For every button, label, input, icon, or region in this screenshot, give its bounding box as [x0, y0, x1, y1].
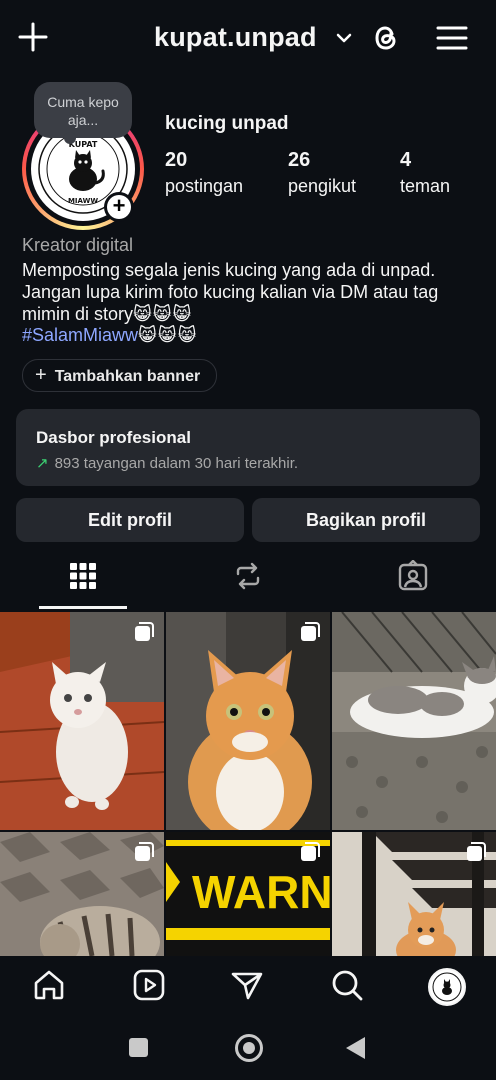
plus-icon: + — [35, 364, 47, 386]
post-tile[interactable]: WARNIN — [166, 832, 330, 956]
note-bubble[interactable]: Cuma kepo aja... — [34, 82, 132, 144]
bottom-navigation — [0, 956, 496, 1018]
threads-icon[interactable] — [368, 20, 404, 56]
post-tile[interactable] — [0, 832, 164, 956]
profile-category: Kreator digital — [22, 235, 134, 255]
share-profile-button[interactable]: Bagikan profil — [252, 498, 480, 542]
stat-friends[interactable]: 4 teman — [400, 149, 450, 197]
multiple-posts-icon — [135, 622, 154, 641]
multiple-posts-icon — [467, 842, 486, 861]
active-tab-indicator — [39, 606, 127, 609]
stat-label: pengikut — [288, 176, 357, 196]
hashtag-emoji: 😸😸😸 — [138, 325, 198, 345]
menu-icon[interactable] — [434, 20, 470, 56]
avatar-text-bottom: MIAWW — [68, 197, 98, 205]
dashboard-title: Dasbor profesional — [36, 428, 191, 447]
stat-posts[interactable]: 20 postingan — [165, 149, 243, 197]
bio-text: Memposting segala jenis kucing yang ada … — [22, 259, 482, 325]
top-bar: kupat.unpad — [0, 0, 496, 76]
tagged-icon[interactable] — [397, 560, 429, 592]
multiple-posts-icon — [135, 842, 154, 861]
post-tile[interactable] — [0, 612, 164, 830]
stat-value: 4 — [400, 149, 412, 171]
posts-grid: WARNIN — [0, 612, 496, 956]
post-image-white-cat — [0, 612, 164, 830]
avatar-mini-logo — [432, 972, 462, 1002]
stat-label: postingan — [165, 176, 244, 196]
search-icon[interactable] — [330, 968, 364, 1002]
grid-icon[interactable] — [67, 560, 99, 592]
dashboard-subtitle: ↗ 893 tayangan dalam 30 hari terakhir. — [36, 454, 298, 472]
account-username[interactable]: kupat.unpad — [154, 22, 317, 53]
reels-repost-icon[interactable] — [232, 560, 264, 592]
bio-emoji: 😸😸😸 — [133, 304, 193, 324]
dashboard-views: 893 tayangan dalam 30 hari terakhir. — [54, 455, 299, 472]
system-navigation — [0, 1018, 496, 1080]
multiple-posts-icon — [301, 622, 320, 641]
home-icon[interactable] — [32, 968, 66, 1002]
multiple-posts-icon — [301, 842, 320, 861]
post-image-lying-cat — [332, 612, 496, 830]
hashtag-link[interactable]: #SalamMiaww — [22, 325, 138, 345]
post-tile[interactable] — [332, 612, 496, 830]
back-icon[interactable] — [346, 1037, 365, 1059]
add-story-button[interactable]: + — [104, 192, 134, 222]
post-tile[interactable] — [332, 832, 496, 956]
bio-body: Memposting segala jenis kucing yang ada … — [22, 260, 439, 324]
stat-label: teman — [400, 176, 451, 196]
trend-up-icon: ↗ — [36, 455, 49, 472]
reels-icon[interactable] — [132, 968, 166, 1002]
professional-dashboard[interactable]: Dasbor profesional ↗ 893 tayangan dalam 3… — [16, 409, 480, 486]
post-tile[interactable] — [166, 612, 330, 830]
edit-profile-button[interactable]: Edit profil — [16, 498, 244, 542]
stat-followers[interactable]: 26 pengikut — [288, 149, 356, 197]
stat-value: 26 — [288, 149, 311, 171]
profile-tabs — [0, 550, 496, 610]
hashtag-line: #SalamMiaww😸😸😸 — [22, 325, 197, 346]
add-banner-label: Tambahkan banner — [54, 368, 201, 385]
plus-icon[interactable] — [16, 20, 50, 54]
stat-value: 20 — [165, 149, 188, 171]
recent-apps-icon[interactable] — [129, 1038, 148, 1057]
chevron-down-icon[interactable] — [334, 28, 354, 48]
post-image-orange-cat — [166, 612, 330, 830]
display-name: kucing unpad — [165, 113, 289, 134]
add-banner-button[interactable]: + Tambahkan banner — [22, 359, 218, 392]
send-icon[interactable] — [230, 968, 264, 1002]
warning-text: WARNIN — [192, 866, 330, 918]
plus-icon: + — [107, 195, 131, 219]
home-button-icon[interactable] — [235, 1034, 263, 1062]
profile-avatar[interactable] — [428, 968, 466, 1006]
